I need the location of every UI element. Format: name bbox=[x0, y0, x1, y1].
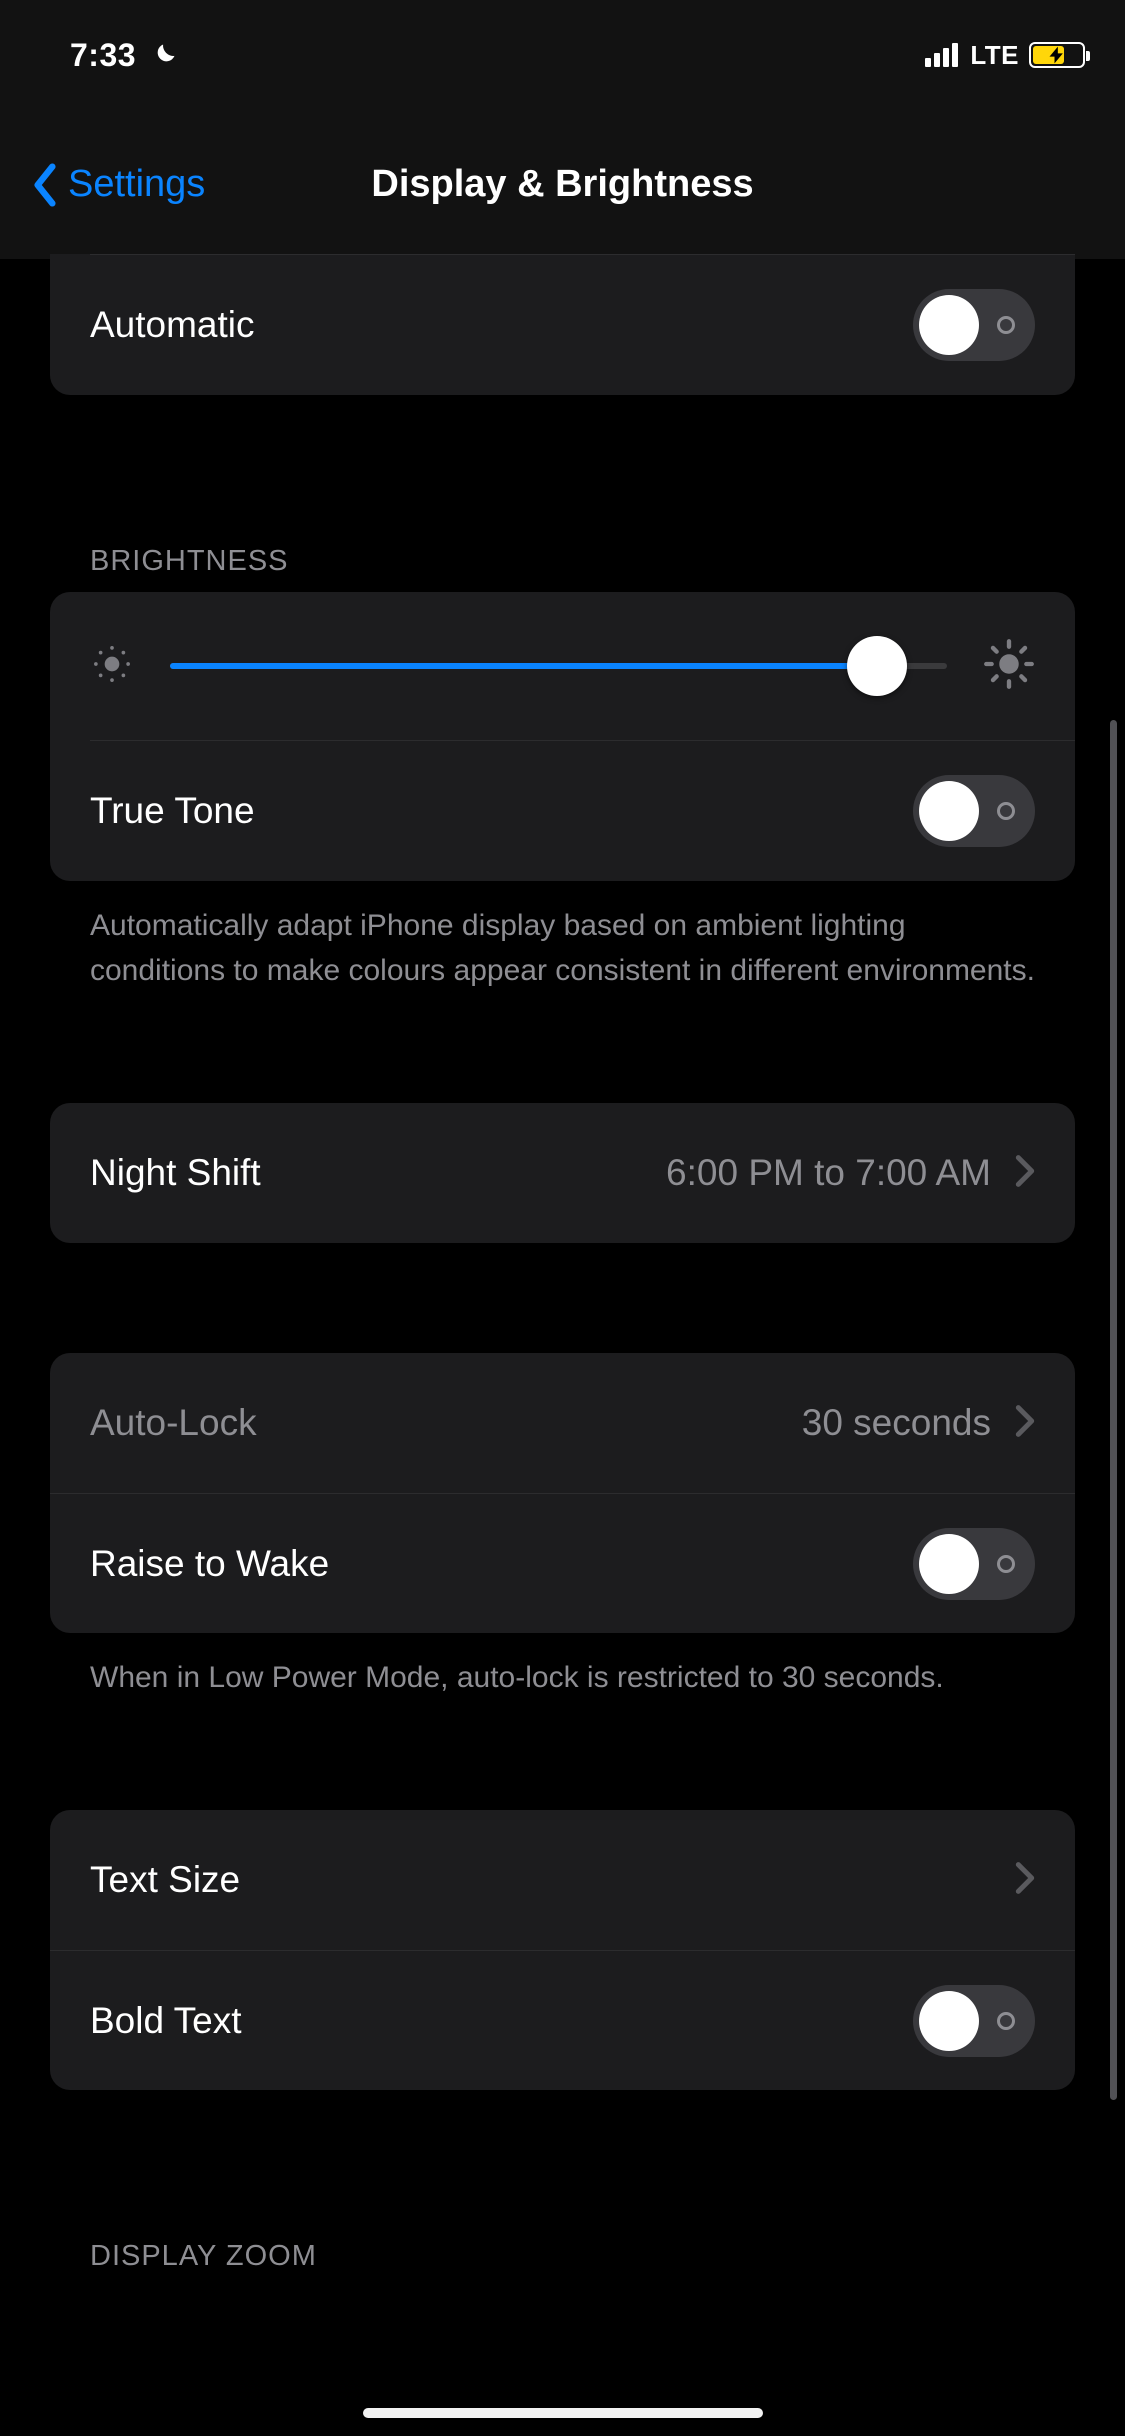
scrollbar[interactable] bbox=[1110, 720, 1117, 2100]
brightness-high-icon bbox=[983, 638, 1035, 695]
raise-to-wake-label: Raise to Wake bbox=[90, 1543, 329, 1585]
night-shift-group: Night Shift 6:00 PM to 7:00 AM bbox=[50, 1103, 1075, 1243]
chevron-right-icon bbox=[1015, 1861, 1035, 1900]
brightness-header: BRIGHTNESS bbox=[50, 545, 1075, 592]
appearance-group: Automatic bbox=[50, 254, 1075, 395]
home-indicator[interactable] bbox=[363, 2408, 763, 2418]
true-tone-footer: Automatically adapt iPhone display based… bbox=[50, 881, 1075, 993]
lock-group: Auto-Lock 30 seconds Raise to Wake bbox=[50, 1353, 1075, 1633]
do-not-disturb-icon bbox=[150, 41, 178, 69]
auto-lock-footer: When in Low Power Mode, auto-lock is res… bbox=[50, 1633, 1075, 1700]
true-tone-row[interactable]: True Tone bbox=[50, 741, 1075, 881]
automatic-row[interactable]: Automatic bbox=[50, 255, 1075, 395]
cellular-signal-icon bbox=[925, 43, 958, 67]
text-size-label: Text Size bbox=[90, 1859, 240, 1901]
automatic-toggle[interactable] bbox=[913, 289, 1035, 361]
back-label: Settings bbox=[68, 163, 205, 206]
chevron-left-icon bbox=[30, 163, 60, 207]
text-group: Text Size Bold Text bbox=[50, 1810, 1075, 2090]
auto-lock-label: Auto-Lock bbox=[90, 1402, 257, 1444]
chevron-right-icon bbox=[1015, 1404, 1035, 1443]
bold-text-label: Bold Text bbox=[90, 2000, 242, 2042]
bold-text-toggle[interactable] bbox=[913, 1985, 1035, 2057]
settings-scroll[interactable]: Automatic BRIGHTNESS bbox=[0, 254, 1125, 2427]
true-tone-toggle[interactable] bbox=[913, 775, 1035, 847]
auto-lock-row[interactable]: Auto-Lock 30 seconds bbox=[50, 1353, 1075, 1493]
network-label: LTE bbox=[970, 40, 1019, 71]
true-tone-label: True Tone bbox=[90, 790, 255, 832]
raise-to-wake-row[interactable]: Raise to Wake bbox=[50, 1493, 1075, 1633]
display-zoom-header: DISPLAY ZOOM bbox=[50, 2240, 1075, 2287]
night-shift-value: 6:00 PM to 7:00 AM bbox=[666, 1152, 991, 1194]
nav-header: Settings Display & Brightness bbox=[0, 110, 1125, 260]
night-shift-label: Night Shift bbox=[90, 1152, 261, 1194]
automatic-label: Automatic bbox=[90, 304, 255, 346]
text-size-row[interactable]: Text Size bbox=[50, 1810, 1075, 1950]
night-shift-row[interactable]: Night Shift 6:00 PM to 7:00 AM bbox=[50, 1103, 1075, 1243]
brightness-group: True Tone bbox=[50, 592, 1075, 881]
brightness-low-icon bbox=[90, 642, 134, 691]
brightness-slider[interactable] bbox=[170, 663, 947, 669]
page-title: Display & Brightness bbox=[371, 163, 753, 206]
status-bar: 7:33 LTE bbox=[0, 0, 1125, 110]
auto-lock-value: 30 seconds bbox=[802, 1402, 991, 1444]
back-button[interactable]: Settings bbox=[30, 163, 205, 207]
chevron-right-icon bbox=[1015, 1154, 1035, 1193]
status-time: 7:33 bbox=[70, 37, 136, 74]
raise-to-wake-toggle[interactable] bbox=[913, 1528, 1035, 1600]
battery-charging-icon bbox=[1029, 42, 1085, 68]
bold-text-row[interactable]: Bold Text bbox=[50, 1950, 1075, 2090]
brightness-slider-row bbox=[50, 592, 1075, 740]
